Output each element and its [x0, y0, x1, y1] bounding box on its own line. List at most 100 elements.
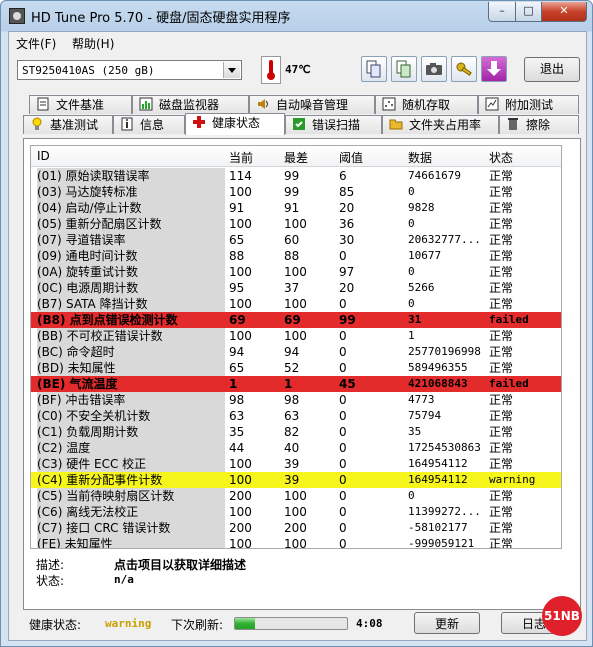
tab-disk-monitor[interactable]: 磁盘监视器 — [132, 95, 249, 114]
table-row[interactable]: (FE) 未知属性 100 100 0 -999059121 正常 — [31, 536, 561, 549]
table-row[interactable]: (C3) 硬件 ECC 校正 100 39 0 164954112 正常 — [31, 456, 561, 472]
camera-icon[interactable] — [421, 56, 447, 82]
table-row[interactable]: (BE) 气流温度 1 1 45 421068843 failed — [31, 376, 561, 392]
tab-label: 随机存取 — [402, 98, 451, 112]
tab-benchmark[interactable]: 基准测试 — [23, 115, 113, 134]
table-row[interactable]: (05) 重新分配扇区计数 100 100 36 0 正常 — [31, 216, 561, 232]
tab-info[interactable]: 信息 — [113, 115, 185, 134]
cell-cur: 114 — [229, 169, 252, 183]
table-row[interactable]: (C1) 负载周期计数 35 82 0 35 正常 — [31, 424, 561, 440]
cell-cur: 63 — [229, 409, 245, 423]
table-row[interactable]: (B8) 点到点错误检测计数 69 69 99 31 failed — [31, 312, 561, 328]
cell-status: 正常 — [489, 201, 514, 215]
copy-text-icon[interactable] — [361, 56, 387, 82]
cell-data: 0 — [408, 217, 415, 230]
table-row[interactable]: (01) 原始读取错误率 114 99 6 74661679 正常 — [31, 168, 561, 184]
table-row[interactable]: (B7) SATA 降挡计数 100 100 0 0 正常 — [31, 296, 561, 312]
smart-attribute-list[interactable]: ID 当前 最差 阈值 数据 状态 (01) 原始读取错误率 114 99 6 7466… — [30, 145, 562, 549]
tab-label: 健康状态 — [212, 116, 261, 130]
table-row[interactable]: (0C) 电源周期计数 95 37 20 5266 正常 — [31, 280, 561, 296]
tab-error-scan[interactable]: 错误扫描 — [285, 115, 382, 134]
col-header-data[interactable]: 数据 — [408, 149, 432, 166]
cell-worst: 94 — [284, 345, 300, 359]
col-header-id[interactable]: ID — [37, 149, 50, 163]
cell-cur: 98 — [229, 393, 245, 407]
cell-data: -999059121 — [408, 537, 475, 549]
cell-worst: 82 — [284, 425, 300, 439]
table-row[interactable]: (0A) 旋转重试计数 100 100 97 0 正常 — [31, 264, 561, 280]
tab-random-access[interactable]: 随机存取 — [375, 95, 478, 114]
cell-data: 0 — [408, 185, 415, 198]
tab-label: 文件夹占用率 — [409, 118, 482, 132]
close-button[interactable]: ✕ — [541, 2, 587, 22]
cell-status: 正常 — [489, 505, 514, 519]
drive-select[interactable]: ST9250410AS (250 gB) — [17, 60, 242, 80]
table-row[interactable]: (BD) 未知属性 65 52 0 589496355 正常 — [31, 360, 561, 376]
table-row[interactable]: (BB) 不可校正错误计数 100 100 0 1 正常 — [31, 328, 561, 344]
col-header-worst[interactable]: 最差 — [284, 149, 308, 166]
cell-id: (C2) 温度 — [37, 440, 225, 456]
col-header-threshold[interactable]: 阈值 — [339, 149, 363, 166]
file-benchmark-icon — [36, 97, 50, 111]
table-row[interactable]: (C0) 不安全关机计数 63 63 0 75794 正常 — [31, 408, 561, 424]
table-row[interactable]: (03) 马达旋转标准 100 99 85 0 正常 — [31, 184, 561, 200]
cell-data: 5266 — [408, 281, 435, 294]
menu-help[interactable]: 帮助(H) — [72, 35, 114, 52]
cell-id: (0C) 电源周期计数 — [37, 280, 225, 296]
tab-health[interactable]: 健康状态 — [185, 113, 285, 135]
update-button[interactable]: 更新 — [414, 612, 480, 634]
list-header: ID 当前 最差 阈值 数据 状态 — [31, 146, 561, 167]
title-bar[interactable]: HD Tune Pro 5.70 - 硬盘/固态硬盘实用程序 – □ ✕ — [1, 1, 592, 31]
cell-id: (BB) 不可校正错误计数 — [37, 328, 225, 344]
table-row[interactable]: (BC) 命令超时 94 94 0 25770196998 正常 — [31, 344, 561, 360]
col-header-current[interactable]: 当前 — [229, 149, 253, 166]
tab-extra-tests[interactable]: 附加测试 — [478, 95, 579, 114]
table-row[interactable]: (C7) 接口 CRC 错误计数 200 200 0 -58102177 正常 — [31, 520, 561, 536]
table-row[interactable]: (C4) 重新分配事件计数 100 39 0 164954112 warning — [31, 472, 561, 488]
cell-worst: 100 — [284, 505, 307, 519]
col-header-status[interactable]: 状态 — [489, 149, 513, 166]
cell-status: warning — [489, 473, 536, 486]
table-row[interactable]: (07) 寻道错误率 65 60 30 20632777... 正常 — [31, 232, 561, 248]
refresh-progress-fill — [235, 618, 256, 629]
cell-data: 164954112 — [408, 473, 468, 486]
cell-id: (01) 原始读取错误率 — [37, 168, 225, 184]
refresh-progress-bar — [234, 617, 348, 630]
cell-status: 正常 — [489, 297, 514, 311]
maximize-button[interactable]: □ — [515, 2, 542, 22]
cell-cur: 200 — [229, 521, 252, 535]
menu-file[interactable]: 文件(F) — [16, 35, 56, 52]
table-row[interactable]: (BF) 冲击错误率 98 98 0 4773 正常 — [31, 392, 561, 408]
cell-thr: 0 — [339, 393, 347, 407]
cell-status: 正常 — [489, 457, 514, 471]
chevron-down-icon[interactable] — [223, 62, 240, 78]
cell-cur: 100 — [229, 297, 252, 311]
tab-erase[interactable]: 擦除 — [499, 115, 579, 134]
cell-status: 正常 — [489, 233, 514, 247]
cell-worst: 40 — [284, 441, 300, 455]
table-row[interactable]: (C5) 当前待映射扇区计数 200 100 0 0 正常 — [31, 488, 561, 504]
options-key-icon[interactable] — [451, 56, 477, 82]
table-row[interactable]: (C6) 离线无法校正 100 100 0 11399272... 正常 — [31, 504, 561, 520]
exit-button[interactable]: 退出 — [524, 57, 580, 82]
status-label: 状态: — [36, 574, 65, 588]
minimize-button[interactable]: – — [488, 2, 516, 22]
cell-id: (FE) 未知属性 — [37, 536, 225, 548]
table-row[interactable]: (09) 通电时间计数 88 88 0 10677 正常 — [31, 248, 561, 264]
copy-screenshot-icon[interactable] — [391, 56, 417, 82]
table-row[interactable]: (C2) 温度 44 40 0 17254530863 正常 — [31, 440, 561, 456]
app-disk-icon — [9, 8, 25, 24]
table-row[interactable]: (04) 启动/停止计数 91 91 20 9828 正常 — [31, 200, 561, 216]
tab-file-benchmark[interactable]: 文件基准 — [29, 95, 132, 114]
save-arrow-icon[interactable] — [481, 56, 507, 82]
cell-worst: 69 — [284, 313, 301, 327]
cell-worst: 63 — [284, 409, 300, 423]
cell-id: (BE) 气流温度 — [37, 377, 118, 391]
tab-folder-usage[interactable]: 文件夹占用率 — [382, 115, 499, 134]
site-watermark-logo: 51NB — [542, 596, 582, 636]
cell-data: 589496355 — [408, 361, 468, 374]
cell-worst: 100 — [284, 297, 307, 311]
cell-cur: 69 — [229, 313, 246, 327]
tab-aam[interactable]: 自动噪音管理 — [249, 95, 375, 114]
speaker-icon — [256, 97, 270, 109]
